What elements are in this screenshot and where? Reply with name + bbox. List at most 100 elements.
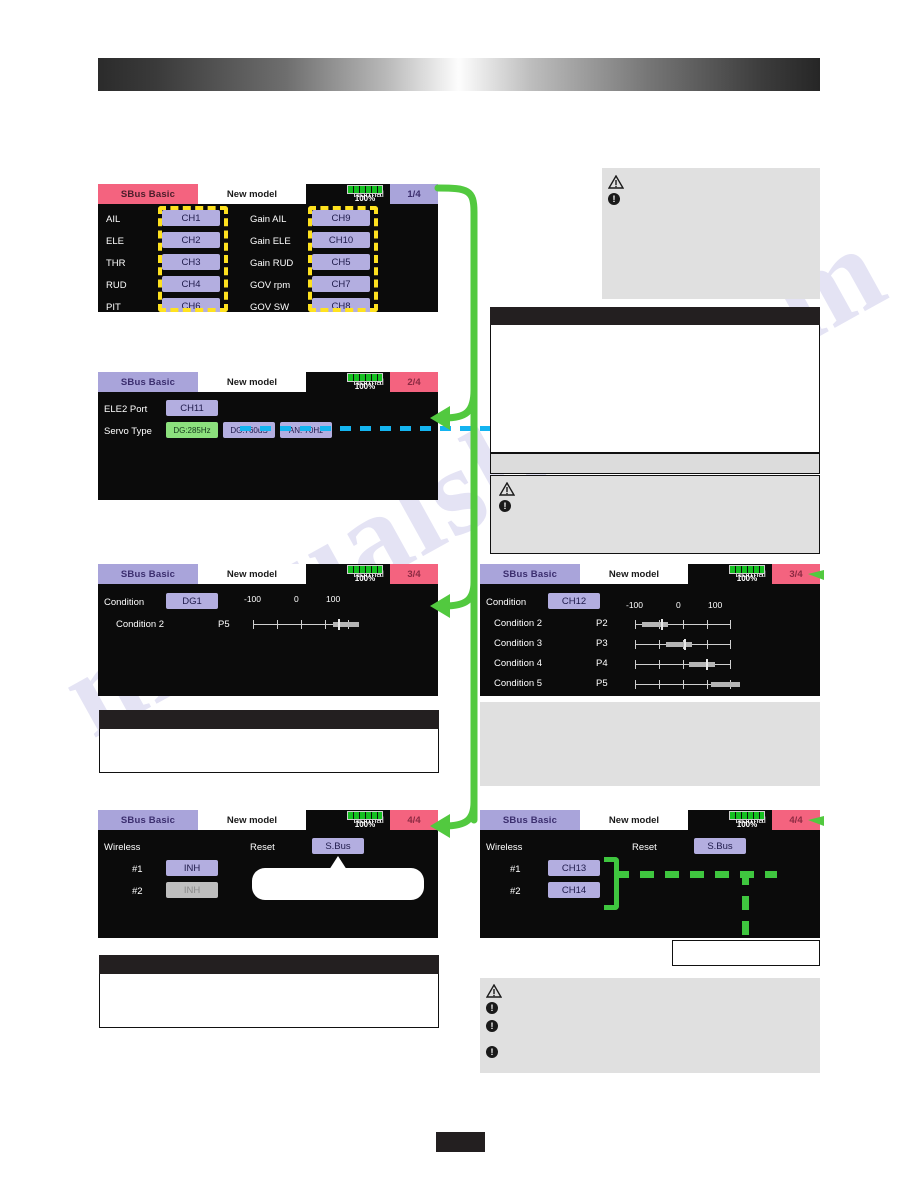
- battery-percent: 100%: [354, 382, 376, 391]
- screen-title: SBus Basic: [480, 564, 580, 584]
- slider-knob-condition-2[interactable]: [661, 619, 663, 630]
- row-label-condition-3: Condition 3: [494, 638, 543, 649]
- warning-triangle-icon: [486, 984, 502, 998]
- reset-label: Reset: [632, 842, 657, 853]
- slider-bar-condition-2[interactable]: [642, 622, 668, 627]
- header-gradient-banner: [98, 58, 820, 91]
- servo-type-option-dg285[interactable]: DG:285Hz: [166, 422, 218, 438]
- battery-percent: 100%: [354, 820, 376, 829]
- slider-tick: [659, 640, 660, 649]
- scale-label-mid: 0: [294, 594, 299, 604]
- screen-sbus-basic-2of4[interactable]: SBus Basic New model Normal 100% 2/4 ELE…: [98, 372, 438, 500]
- wireless-value-button-2[interactable]: CH14: [548, 882, 600, 898]
- reset-label: Reset: [250, 842, 275, 853]
- row-label-condition-4: Condition 4: [494, 658, 543, 669]
- wireless-value-button-2[interactable]: INH: [166, 882, 218, 898]
- screen-header-bar: SBus Basic New model Normal 100% 4/4: [98, 810, 438, 830]
- slider-knob-condition-3[interactable]: [684, 639, 686, 650]
- battery-indicator: 100%: [724, 565, 770, 583]
- screen-sbus-basic-4of4-left[interactable]: SBus Basic New model Normal 100% 4/4 Wir…: [98, 810, 438, 938]
- scale-label-mid: 0: [676, 600, 681, 610]
- model-name: New model: [580, 564, 688, 584]
- slider-knob-condition-2[interactable]: [338, 619, 340, 630]
- warning-triangle-icon: [608, 175, 624, 189]
- panel-header-right-mid: [490, 307, 820, 325]
- note-body-left-1: [99, 729, 439, 773]
- reset-sbus-button[interactable]: S.Bus: [694, 838, 746, 854]
- battery-percent: 100%: [736, 574, 758, 583]
- callout-balloon: [252, 868, 424, 900]
- slider-bar-condition-3[interactable]: [666, 642, 692, 647]
- caution-text-bottom-right: [508, 984, 814, 1067]
- callout-box-bottom-right: [672, 940, 820, 966]
- slider-tick: [730, 660, 731, 669]
- wireless-label: Wireless: [104, 842, 141, 853]
- note-header-left-2: [99, 955, 439, 974]
- screen-header-bar: SBus Basic New model Normal 100% 1/4: [98, 184, 438, 204]
- row-value-condition-2: P2: [596, 618, 608, 629]
- reset-sbus-button[interactable]: S.Bus: [312, 838, 364, 854]
- battery-bars-icon: [347, 185, 383, 194]
- note-box-right-under-3of4: [480, 702, 820, 786]
- ele2-port-value[interactable]: CH11: [166, 400, 218, 416]
- flow-arrow-green-right-4of4: [808, 816, 824, 826]
- ele2-port-label: ELE2 Port: [104, 404, 148, 415]
- condition-label: Condition: [104, 597, 145, 608]
- slider-tick: [683, 660, 684, 669]
- battery-percent: 100%: [354, 194, 376, 203]
- screen-header-bar: SBus Basic New model Normal 100% 4/4: [480, 810, 820, 830]
- exclamation-dot-icon: !: [608, 193, 620, 205]
- wireless-value-button-1[interactable]: CH13: [548, 860, 600, 876]
- wireless-value-button-1[interactable]: INH: [166, 860, 218, 876]
- slider-bar-condition-2[interactable]: [333, 622, 359, 627]
- screen-sbus-basic-3of4-left[interactable]: SBus Basic New model Normal 100% 3/4 Con…: [98, 564, 438, 696]
- slider-knob-condition-4[interactable]: [706, 659, 708, 670]
- row-label-ele: ELE: [106, 236, 124, 247]
- scale-label-min: -100: [244, 594, 262, 604]
- slider-tick: [707, 680, 708, 689]
- slider-tick: [730, 640, 731, 649]
- condition-value-button[interactable]: CH12: [548, 593, 600, 609]
- slider-bar-condition-5[interactable]: [711, 682, 740, 687]
- row-label-condition-2: Condition 2: [116, 619, 165, 630]
- slider-tick: [659, 660, 660, 669]
- model-name: New model: [198, 810, 306, 830]
- row-value-condition-5: P5: [596, 678, 608, 689]
- slider-bar-condition-4[interactable]: [689, 662, 715, 667]
- screen-sbus-basic-1of4[interactable]: SBus Basic New model Normal 100% 1/4 AIL…: [98, 184, 438, 312]
- slider-tick: [635, 640, 636, 649]
- screen-sbus-basic-3of4-right[interactable]: SBus Basic New model Normal 100% 3/4 Con…: [480, 564, 820, 696]
- wireless-label: Wireless: [486, 842, 523, 853]
- slider-tick: [253, 620, 254, 629]
- page-number-block: [436, 1132, 485, 1152]
- screen-title: SBus Basic: [98, 184, 198, 204]
- row-label-rud: RUD: [106, 280, 127, 291]
- battery-bars-icon: [729, 565, 765, 574]
- battery-indicator: 100%: [342, 565, 388, 583]
- panel-subheader-right-mid: [490, 453, 820, 474]
- flow-connector-green-horizontal: [615, 871, 777, 878]
- screen-header-bar: SBus Basic New model Normal 100% 3/4: [480, 564, 820, 584]
- row-label-thr: THR: [106, 258, 126, 269]
- battery-bars-icon: [729, 811, 765, 820]
- slider-tick: [683, 620, 684, 629]
- panel-body-right-mid: [490, 325, 820, 453]
- flow-connector-green-vertical: [742, 871, 749, 949]
- caution-text-right-mid: [521, 482, 813, 547]
- row-label-condition-5: Condition 5: [494, 678, 543, 689]
- highlight-box-left-channels: [158, 206, 228, 312]
- row-label-gov-sw: GOV SW: [250, 302, 290, 312]
- condition-value-button[interactable]: DG1: [166, 593, 218, 609]
- exclamation-dot-icon: !: [486, 1002, 498, 1014]
- screen-header-bar: SBus Basic New model Normal 100% 2/4: [98, 372, 438, 392]
- battery-percent: 100%: [736, 820, 758, 829]
- exclamation-dot-icon: !: [486, 1046, 498, 1058]
- flow-arrow-green-right-3of4: [808, 570, 824, 580]
- slider-tick: [635, 680, 636, 689]
- screen-title: SBus Basic: [98, 810, 198, 830]
- caution-box-top-right: !: [602, 168, 820, 299]
- slider-tick: [277, 620, 278, 629]
- slider-tick: [683, 680, 684, 689]
- caution-box-right-mid: !: [490, 475, 820, 554]
- wireless-row-label-2: #2: [132, 886, 143, 897]
